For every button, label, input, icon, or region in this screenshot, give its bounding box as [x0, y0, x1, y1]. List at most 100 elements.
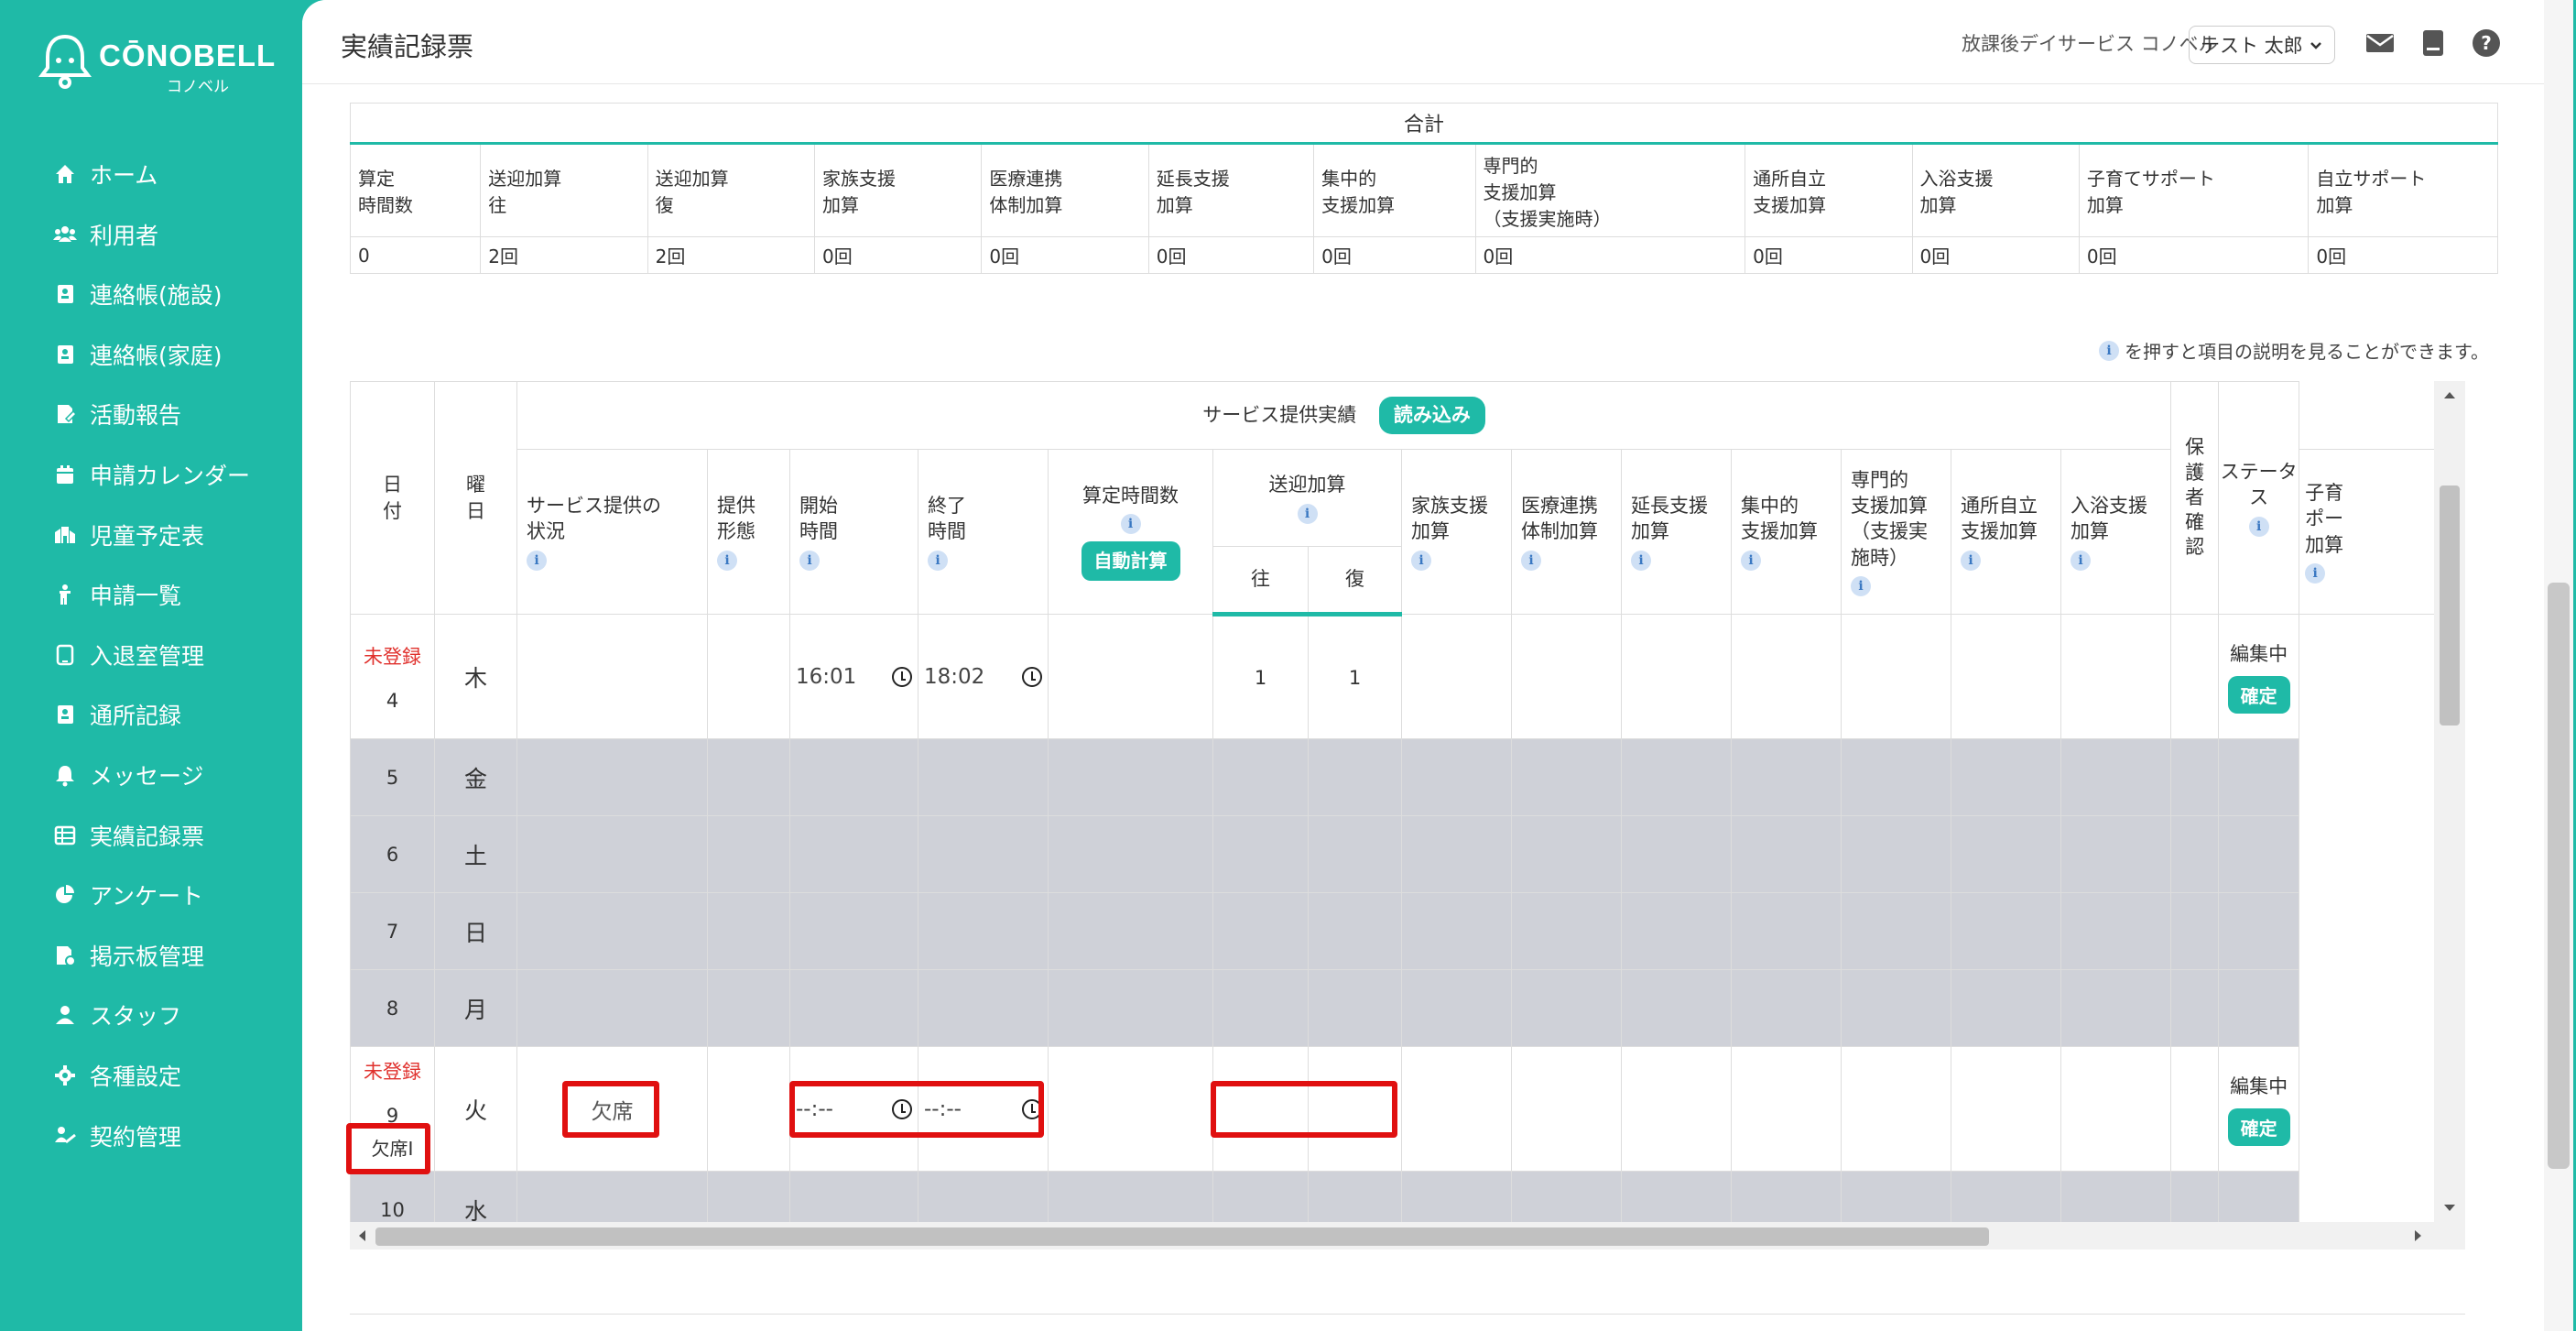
nav-item-10[interactable]: メッセージ — [53, 751, 204, 799]
addition-cell[interactable] — [2060, 614, 2172, 739]
addition-cell[interactable] — [1951, 815, 2061, 893]
info-icon[interactable]: i — [1741, 550, 1761, 571]
transport-back-cell[interactable] — [1308, 892, 1402, 970]
form-cell[interactable] — [707, 1046, 790, 1172]
calc-hours-cell[interactable] — [1048, 892, 1213, 970]
addition-cell[interactable] — [1511, 969, 1622, 1047]
info-icon[interactable]: i — [1961, 550, 1981, 571]
addition-cell[interactable] — [1401, 738, 1512, 816]
manual-book-icon[interactable] — [2418, 27, 2449, 59]
transport-back-cell[interactable] — [1308, 815, 1402, 893]
confirm-button[interactable]: 確定 — [2227, 1108, 2290, 1146]
form-cell[interactable] — [707, 738, 790, 816]
addition-cell[interactable] — [1621, 969, 1732, 1047]
service-status-cell[interactable] — [516, 969, 708, 1047]
info-icon[interactable]: i — [1411, 550, 1431, 571]
addition-cell[interactable] — [2060, 738, 2172, 816]
addition-cell[interactable] — [2060, 892, 2172, 970]
addition-cell[interactable] — [1951, 738, 2061, 816]
addition-cell[interactable] — [1621, 614, 1732, 739]
scroll-down-arrow-icon[interactable] — [2443, 1204, 2456, 1213]
help-icon[interactable]: ? — [2471, 27, 2502, 59]
addition-cell[interactable] — [1841, 892, 1951, 970]
info-icon[interactable]: i — [799, 550, 820, 571]
addition-cell[interactable] — [1951, 969, 2061, 1047]
nav-item-2[interactable]: 連絡帳(施設) — [53, 270, 223, 318]
addition-cell[interactable] — [1731, 1046, 1842, 1172]
scroll-up-arrow-icon[interactable] — [2443, 390, 2456, 399]
addition-cell[interactable] — [1731, 614, 1842, 739]
nav-item-9[interactable]: 通所記録 — [53, 691, 181, 738]
addition-cell[interactable] — [2060, 1046, 2172, 1172]
nav-item-11[interactable]: 実績記録票 — [53, 812, 204, 859]
form-cell[interactable] — [707, 614, 790, 739]
calc-hours-cell[interactable] — [1048, 815, 1213, 893]
addition-cell[interactable] — [1731, 892, 1842, 970]
auto-calc-button[interactable]: 自動計算 — [1081, 541, 1180, 582]
addition-cell[interactable] — [1841, 969, 1951, 1047]
transport-go-cell[interactable] — [1212, 738, 1309, 816]
addition-cell[interactable] — [1401, 614, 1512, 739]
calc-hours-cell[interactable] — [1048, 1046, 1213, 1172]
info-icon[interactable]: i — [1851, 576, 1871, 597]
addition-cell[interactable] — [1951, 614, 2061, 739]
transport-go-cell[interactable] — [1212, 815, 1309, 893]
calc-hours-cell[interactable] — [1048, 969, 1213, 1047]
addition-cell[interactable] — [1841, 1046, 1951, 1172]
service-status-cell[interactable] — [516, 738, 708, 816]
nav-item-16[interactable]: 契約管理 — [53, 1112, 181, 1160]
addition-cell[interactable] — [1731, 815, 1842, 893]
grid-vertical-scroll-thumb[interactable] — [2440, 485, 2460, 726]
addition-cell[interactable] — [2060, 815, 2172, 893]
transport-go-cell[interactable] — [1212, 969, 1309, 1047]
info-icon[interactable]: i — [1120, 514, 1141, 534]
transport-back-cell[interactable]: 1 — [1308, 614, 1402, 739]
form-cell[interactable] — [707, 892, 790, 970]
mail-icon[interactable] — [2364, 27, 2396, 59]
transport-go-cell[interactable] — [1212, 892, 1309, 970]
info-icon[interactable]: i — [527, 550, 547, 571]
nav-item-7[interactable]: 申請一覧 — [53, 571, 181, 618]
calc-hours-cell[interactable] — [1048, 614, 1213, 739]
addition-cell[interactable] — [1621, 892, 1732, 970]
guardian-check-cell[interactable] — [2170, 815, 2220, 893]
form-cell[interactable] — [707, 815, 790, 893]
addition-cell[interactable] — [1731, 738, 1842, 816]
addition-cell[interactable] — [1841, 738, 1951, 816]
scroll-left-arrow-icon[interactable] — [357, 1229, 366, 1242]
info-icon[interactable]: i — [2071, 550, 2091, 571]
nav-item-12[interactable]: アンケート — [53, 871, 203, 919]
addition-cell[interactable] — [1951, 1046, 2061, 1172]
scroll-right-arrow-icon[interactable] — [2414, 1229, 2423, 1242]
service-status-cell[interactable] — [516, 614, 708, 739]
clock-icon[interactable] — [892, 666, 912, 687]
info-icon[interactable]: i — [2305, 562, 2326, 584]
record-grid[interactable]: 日付 曜日 サービス提供実績 読み込み 保護者確認 ステータス i サービス提供の… — [350, 381, 2465, 1249]
guardian-check-cell[interactable] — [2170, 969, 2220, 1047]
user-dropdown[interactable]: テスト 太郎 — [2189, 26, 2335, 64]
addition-cell[interactable] — [1511, 614, 1622, 739]
calc-hours-cell[interactable] — [1048, 738, 1213, 816]
addition-cell[interactable] — [1841, 614, 1951, 739]
addition-cell[interactable] — [2060, 969, 2172, 1047]
brand-logo[interactable]: CŌNOBELL コノベル — [38, 33, 277, 97]
guardian-check-cell[interactable] — [2170, 1046, 2220, 1172]
page-scroll-thumb[interactable] — [2548, 583, 2570, 1169]
guardian-check-cell[interactable] — [2170, 738, 2220, 816]
grid-horizontal-scroll-thumb[interactable] — [375, 1227, 1989, 1246]
start-time-input[interactable]: 16:01 — [789, 614, 918, 739]
page-scrollbar[interactable] — [2544, 0, 2573, 1331]
grid-vertical-scrollbar[interactable] — [2434, 381, 2465, 1222]
nav-item-8[interactable]: 入退室管理 — [53, 631, 204, 679]
read-button[interactable]: 読み込み — [1378, 397, 1485, 434]
addition-cell[interactable] — [1731, 969, 1842, 1047]
nav-item-5[interactable]: 申請カレンダー — [53, 451, 250, 498]
nav-item-6[interactable]: 児童予定表 — [53, 511, 204, 559]
info-icon[interactable]: i — [1631, 550, 1651, 571]
info-icon[interactable]: i — [1297, 503, 1318, 524]
addition-cell[interactable] — [1511, 738, 1622, 816]
addition-cell[interactable] — [1951, 892, 2061, 970]
addition-cell[interactable] — [1511, 892, 1622, 970]
info-icon[interactable]: i — [928, 550, 948, 571]
confirm-button[interactable]: 確定 — [2227, 676, 2290, 714]
